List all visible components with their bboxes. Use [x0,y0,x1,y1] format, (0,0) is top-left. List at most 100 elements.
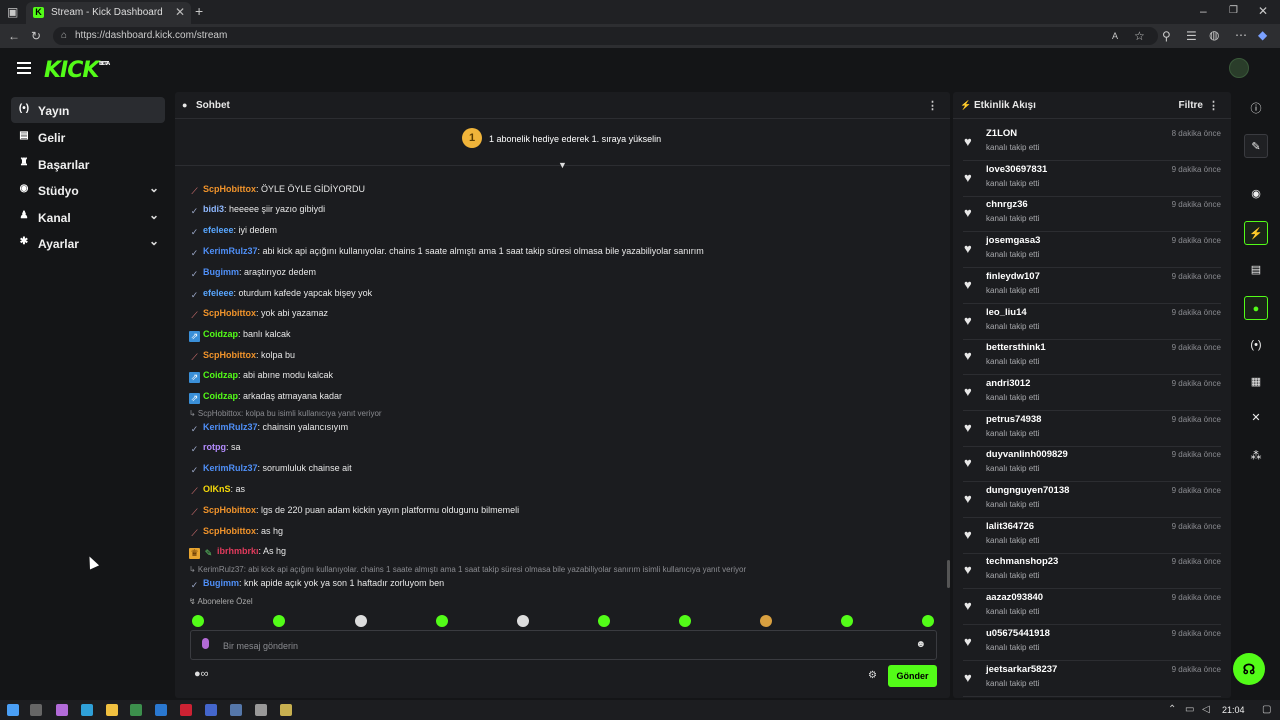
chat-username[interactable]: Bugimm [203,267,239,277]
chat-message[interactable]: ⟋ ScpHobittox: kolpa bu [189,350,295,363]
activity-event[interactable]: ♥ chnrgz36 kanalı takip etti 9 dakika önce [963,196,1221,233]
emote-icon[interactable] [598,615,610,627]
follower-username[interactable]: u05675441918 [986,628,1050,639]
activity-event[interactable]: ♥ dungnguyen70138 kanalı takip etti 9 dakik… [963,482,1221,518]
follower-username[interactable]: josemgasa3 [986,235,1040,246]
clock[interactable]: 21:04 [1222,705,1245,715]
activity-event[interactable]: ♥ Z1LON kanalı takip etti 8 dakika önce [963,125,1221,161]
follower-username[interactable]: duyvanlinh009829 [986,449,1068,460]
chat-message[interactable]: ✓ bidi3: heeeee şiir yazıo gibiydi [189,204,325,217]
sidebar-item-gelir[interactable]: ▤ Gelir [11,124,165,150]
chat-username[interactable]: Coidzap [203,329,238,339]
activity-event[interactable]: ♥ techmanshop23 kanalı takip etti 9 dakika … [963,553,1221,590]
obs-icon[interactable] [255,704,267,716]
emote-icon[interactable] [517,615,529,627]
menu-icon[interactable] [17,62,31,74]
activity-event[interactable]: ♥ leo_liu14 kanalı takip etti 9 dakika önce [963,304,1221,340]
extensions-icon[interactable]: ⚲ [1162,29,1171,43]
chat-username[interactable]: ScpHobittox [203,505,256,515]
chat-username[interactable]: KerimRulz37 [203,422,258,432]
activity-bolt-icon[interactable]: ⚡ [1244,221,1268,245]
follower-username[interactable]: love30697831 [986,164,1047,175]
browser-tab[interactable]: K Stream - Kick Dashboard ✕ [26,2,191,24]
close-window-icon[interactable]: ✕ [1258,4,1268,18]
send-button[interactable]: Gönder [888,665,937,687]
store-icon[interactable] [130,704,142,716]
notifications-icon[interactable]: ▢ [1262,703,1271,717]
chat-username[interactable]: KerimRulz37 [203,463,258,473]
follower-username[interactable]: andri3012 [986,378,1030,389]
follower-username[interactable]: Z1LON [986,128,1017,139]
edit-pencil-icon[interactable]: ✎ [1244,134,1268,158]
emote-icon[interactable] [760,615,772,627]
copilot-app-icon[interactable] [56,704,68,716]
share-icon[interactable]: ⁂ [1244,444,1268,468]
chat-message[interactable]: ⇗ Coidzap: arkadaş atmayana kadar [189,391,342,404]
more-menu-icon[interactable]: ⋯ [1235,28,1247,42]
minimize-icon[interactable]: – [1200,4,1207,18]
chat-message[interactable]: ⟋ OlKnS: as [189,484,245,497]
activity-event[interactable]: ♥ bettersthink1 kanalı takip etti 9 dakika … [963,339,1221,376]
activity-event[interactable]: ♥ josemgasa3 kanalı takip etti 9 dakika önc… [963,232,1221,269]
app-icon[interactable] [205,704,217,716]
chevron-down-icon[interactable]: ⌄ [149,181,159,195]
edge-icon[interactable] [81,704,93,716]
help-chat-button[interactable]: ☊ [1233,653,1265,685]
app-icon[interactable] [280,704,292,716]
emote-icon[interactable] [679,615,691,627]
more-options-icon[interactable]: ⋮ [927,99,938,112]
chat-settings-gear-icon[interactable]: ⚙ [868,670,877,681]
follower-username[interactable]: bettersthink1 [986,342,1046,353]
outlook-icon[interactable] [155,704,167,716]
wrench-icon[interactable]: ✕ [1244,406,1268,430]
chat-message[interactable]: ✓ KerimRulz37: sorumluluk chainse ait [189,463,352,476]
sidebar-item-yayin[interactable]: (•) Yayın [11,97,165,123]
task-view-icon[interactable] [30,704,42,716]
sidebar-item-ayarlar[interactable]: ✱ Ayarlar ⌄ [11,230,165,256]
emote-icon[interactable] [273,615,285,627]
activity-event[interactable]: ♥ u05675441918 kanalı takip etti 9 dakika ö… [963,625,1221,661]
microphone-icon[interactable] [202,638,209,649]
follower-username[interactable]: jeetsarkar58237 [986,664,1057,675]
file-explorer-icon[interactable] [106,704,118,716]
activity-event[interactable]: ♥ lalit364726 kanalı takip etti 9 dakika ön… [963,518,1221,554]
chat-username[interactable]: ibrhmbrkı [217,546,259,556]
info-icon[interactable]: ⓘ [1244,97,1268,121]
follower-username[interactable]: finleydw107 [986,271,1040,282]
chat-message[interactable]: ✓ Bugimm: knk apide açık yok ya son 1 haf… [189,578,444,591]
chat-username[interactable]: rotpg [203,442,226,452]
chat-username[interactable]: OlKnS [203,484,231,494]
start-icon[interactable] [7,704,19,716]
back-icon[interactable]: ← [8,29,20,43]
activity-event[interactable]: ♥ finleydw107 kanalı takip etti 9 dakika ön… [963,268,1221,304]
chat-message[interactable]: ⟋ ScpHobittox: as hg [189,526,283,539]
chat-username[interactable]: Bugimm [203,578,239,588]
chat-message[interactable]: ✓ efeleee: oturdum kafede yapcak bişey yo… [189,288,372,301]
follower-username[interactable]: chnrgz36 [986,199,1028,210]
copilot-icon[interactable]: ◆ [1258,28,1267,42]
tray-chevron-icon[interactable]: ⌃ [1168,703,1176,717]
read-aloud-icon[interactable]: A [1112,29,1118,43]
sidebar-item-basarilar[interactable]: ♜ Başarılar [11,151,165,177]
avatar[interactable] [1229,58,1249,78]
chat-input[interactable]: Bir mesaj gönderin ☻ [190,630,937,660]
emote-icon[interactable] [841,615,853,627]
follower-username[interactable]: dungnguyen70138 [986,485,1069,496]
follower-username[interactable]: aazaz093840 [986,592,1043,603]
favorite-star-icon[interactable]: ☆ [1134,29,1145,43]
chat-message[interactable]: ⇗ Coidzap: abi abıne modu kalcak [189,370,333,383]
more-options-icon[interactable]: ⋮ [1208,99,1219,112]
activity-event[interactable]: ♥ andri3012 kanalı takip etti 9 dakika önce [963,375,1221,411]
favorites-icon[interactable]: ☰ [1186,29,1197,43]
activity-event[interactable]: ♥ duyvanlinh009829 kanalı takip etti 9 daki… [963,446,1221,483]
activity-event[interactable]: ♥ jeetsarkar58237 kanalı takip etti 9 dakik… [963,661,1221,697]
chat-message[interactable]: ✓ Bugimm: araştırıyoz dedem [189,267,316,280]
emoji-icon[interactable]: ☻ [915,639,926,650]
chat-scrollbar[interactable] [947,560,950,588]
channel-points-icon[interactable]: ●∞ [194,668,209,680]
sidebar-item-studyo[interactable]: ◉ Stüdyo ⌄ [11,177,165,203]
emote-icon[interactable] [355,615,367,627]
chat-message[interactable]: ⟋ ScpHobittox: ÖYLE ÖYLE GİDİYORDU [189,184,365,197]
chevron-down-icon[interactable]: ⌄ [149,208,159,222]
follower-username[interactable]: leo_liu14 [986,307,1027,318]
